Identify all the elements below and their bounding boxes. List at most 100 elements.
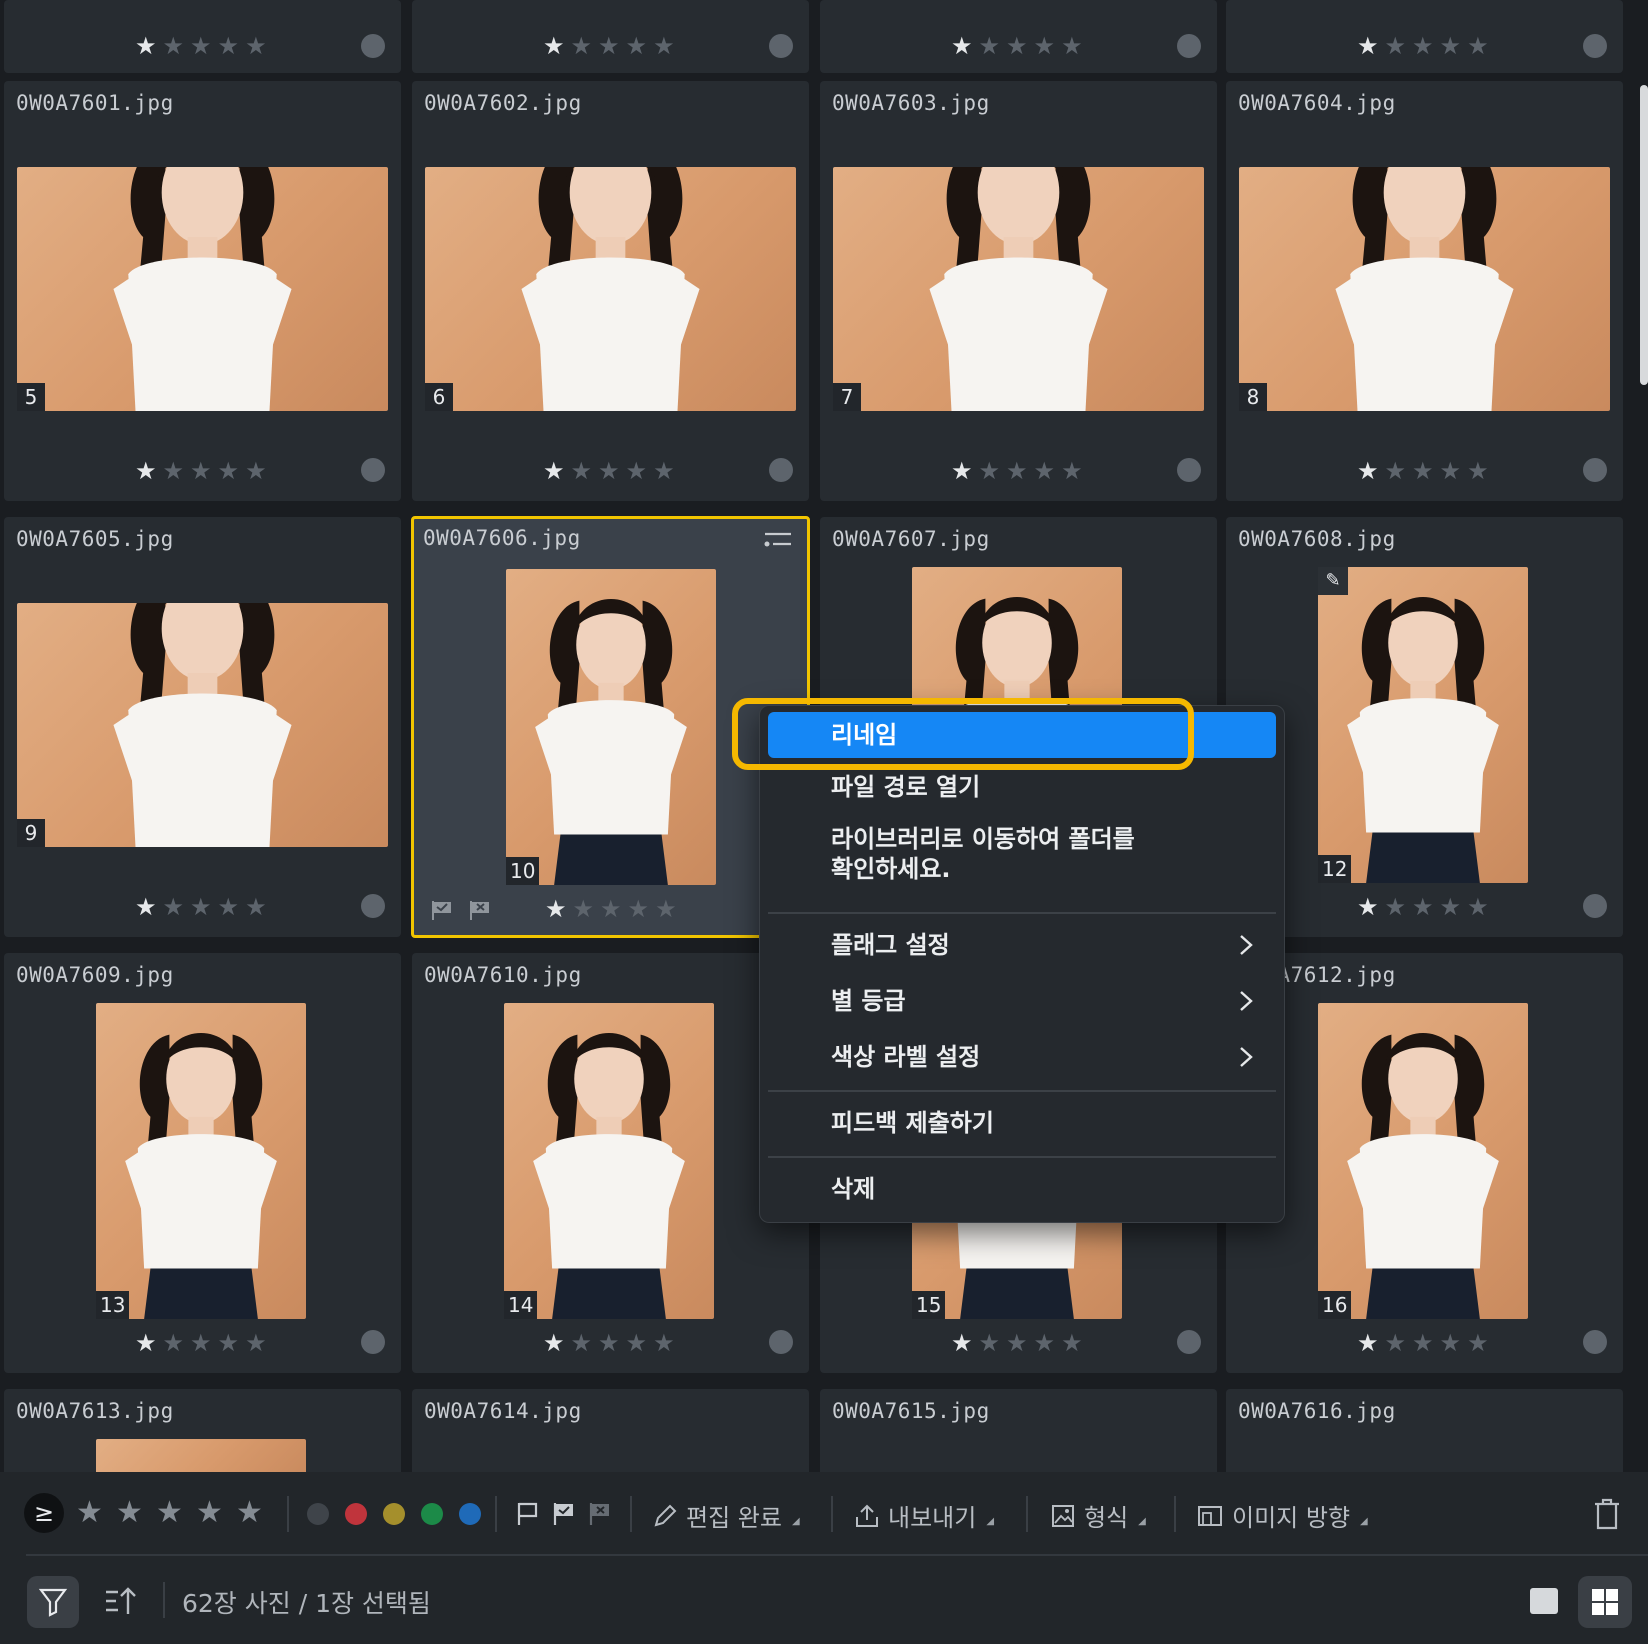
photo-cell[interactable]: 0W0A7615.jpg (820, 1389, 1217, 1472)
star-rating[interactable]: ★★★★★ (543, 34, 675, 58)
color-filter-dot[interactable] (383, 1503, 405, 1525)
color-label-dot[interactable] (1177, 458, 1201, 482)
star-icon[interactable]: ★ (135, 1331, 157, 1355)
color-label-dot[interactable] (769, 34, 793, 58)
photo-cell[interactable]: 0W0A7608.jpg 12 ✎ ★ ★ ★ ★ ★ (1226, 517, 1623, 937)
color-label-dot[interactable] (1583, 34, 1607, 58)
photo-thumbnail[interactable] (1239, 167, 1610, 411)
color-label-dot[interactable] (769, 1330, 793, 1354)
star-rating[interactable]: ★★★★★ (951, 34, 1083, 58)
star-icon[interactable]: ★ (598, 459, 620, 483)
photo-thumbnail[interactable] (96, 1439, 306, 1472)
star-icon[interactable]: ★ (190, 34, 212, 58)
star-icon[interactable]: ★ (1034, 34, 1056, 58)
star-icon[interactable]: ★ (245, 34, 267, 58)
flag-rejected-icon[interactable] (588, 1501, 612, 1527)
color-filter-dot[interactable] (345, 1503, 367, 1525)
star-icon[interactable]: ★ (951, 34, 973, 58)
star-icon[interactable]: ★ (626, 1331, 648, 1355)
star-icon[interactable]: ★ (218, 459, 240, 483)
star-icon[interactable]: ★ (218, 1331, 240, 1355)
rating-comparison-toggle[interactable]: ≥ (24, 1493, 64, 1533)
star-icon[interactable]: ★ (245, 895, 267, 919)
menu-item-flag-setting[interactable]: 플래그 설정 (768, 918, 1276, 972)
scrollbar-thumb[interactable] (1640, 85, 1648, 385)
color-filter-dot[interactable] (307, 1503, 329, 1525)
star-rating[interactable]: ★★★★★ (135, 459, 267, 483)
photo-cell[interactable]: 0W0A7601.jpg 5 ★ ★ ★ ★ ★ (4, 81, 401, 501)
photo-cell[interactable]: ★ ★ ★ ★ ★ (412, 0, 809, 73)
color-label-dot[interactable] (1177, 34, 1201, 58)
color-label-dot[interactable] (361, 894, 385, 918)
flag-picked-icon[interactable] (552, 1501, 576, 1527)
color-label-dot[interactable] (361, 458, 385, 482)
star-rating[interactable]: ★★★★★ (1357, 895, 1489, 919)
single-view-button[interactable] (1530, 1588, 1558, 1614)
star-rating[interactable]: ★★★★★ (951, 1331, 1083, 1355)
star-icon[interactable]: ★ (1061, 1331, 1083, 1355)
star-icon[interactable]: ★ (1440, 459, 1462, 483)
star-filter-3[interactable]: ★ (156, 1498, 183, 1528)
photo-thumbnail[interactable] (96, 1003, 306, 1319)
star-icon[interactable]: ★ (245, 459, 267, 483)
menu-item-delete[interactable]: 삭제 (768, 1162, 1276, 1216)
color-label-dot[interactable] (1583, 458, 1607, 482)
star-icon[interactable]: ★ (598, 34, 620, 58)
star-icon[interactable]: ★ (655, 897, 677, 921)
star-rating[interactable]: ★★★★★ (1357, 459, 1489, 483)
photo-thumbnail[interactable] (1318, 1003, 1528, 1319)
menu-item-star-rating[interactable]: 별 등급 (768, 974, 1276, 1028)
photo-cell[interactable]: 0W0A7609.jpg 13 ★ ★ ★ ★ ★ (4, 953, 401, 1373)
color-label-dot[interactable] (361, 34, 385, 58)
star-icon[interactable]: ★ (573, 897, 595, 921)
star-icon[interactable]: ★ (1385, 34, 1407, 58)
edit-done-dropdown[interactable]: 편집 완료 ◢ (652, 1498, 800, 1533)
star-rating[interactable]: ★★★★★ (545, 897, 677, 921)
star-icon[interactable]: ★ (1440, 34, 1462, 58)
star-icon[interactable]: ★ (135, 895, 157, 919)
color-label-dot[interactable] (1583, 894, 1607, 918)
star-icon[interactable]: ★ (626, 459, 648, 483)
star-icon[interactable]: ★ (1061, 34, 1083, 58)
flag-picked-icon[interactable] (430, 899, 454, 921)
star-icon[interactable]: ★ (543, 1331, 565, 1355)
star-icon[interactable]: ★ (571, 1331, 593, 1355)
grid-view-button[interactable] (1578, 1576, 1632, 1628)
star-icon[interactable]: ★ (1412, 459, 1434, 483)
star-icon[interactable]: ★ (1412, 1331, 1434, 1355)
photo-thumbnail[interactable] (425, 167, 796, 411)
star-icon[interactable]: ★ (163, 459, 185, 483)
photo-cell[interactable]: 0W0A7612.jpg 16 ★ ★ ★ ★ ★ (1226, 953, 1623, 1373)
star-icon[interactable]: ★ (951, 1331, 973, 1355)
photo-cell[interactable]: 0W0A7602.jpg 6 ★ ★ ★ ★ ★ (412, 81, 809, 501)
star-rating[interactable]: ★★★★★ (1357, 34, 1489, 58)
star-icon[interactable]: ★ (1385, 459, 1407, 483)
photo-cell[interactable]: 0W0A7616.jpg (1226, 1389, 1623, 1472)
star-icon[interactable]: ★ (135, 34, 157, 58)
photo-cell[interactable]: 0W0A7613.jpg (4, 1389, 401, 1472)
star-icon[interactable]: ★ (1412, 34, 1434, 58)
star-rating[interactable]: ★★★★★ (1357, 1331, 1489, 1355)
star-icon[interactable]: ★ (190, 1331, 212, 1355)
star-filter-2[interactable]: ★ (116, 1498, 143, 1528)
star-icon[interactable]: ★ (218, 895, 240, 919)
color-label-dot[interactable] (769, 458, 793, 482)
star-icon[interactable]: ★ (543, 34, 565, 58)
star-icon[interactable]: ★ (1357, 1331, 1379, 1355)
star-icon[interactable]: ★ (951, 459, 973, 483)
adjustments-icon[interactable] (763, 529, 793, 549)
photo-cell[interactable]: 0W0A7604.jpg 8 ★ ★ ★ ★ ★ (1226, 81, 1623, 501)
photo-cell[interactable]: 0W0A7605.jpg 9 ★ ★ ★ ★ ★ (4, 517, 401, 937)
star-icon[interactable]: ★ (545, 897, 567, 921)
star-filter-4[interactable]: ★ (196, 1498, 223, 1528)
star-icon[interactable]: ★ (1440, 895, 1462, 919)
photo-thumbnail[interactable] (833, 167, 1204, 411)
star-icon[interactable]: ★ (571, 34, 593, 58)
star-icon[interactable]: ★ (628, 897, 650, 921)
photo-thumbnail[interactable] (1318, 567, 1528, 883)
menu-item-feedback[interactable]: 피드백 제출하기 (768, 1096, 1276, 1150)
star-icon[interactable]: ★ (979, 1331, 1001, 1355)
star-icon[interactable]: ★ (1467, 895, 1489, 919)
flag-outline-icon[interactable] (516, 1501, 540, 1527)
star-icon[interactable]: ★ (1357, 895, 1379, 919)
